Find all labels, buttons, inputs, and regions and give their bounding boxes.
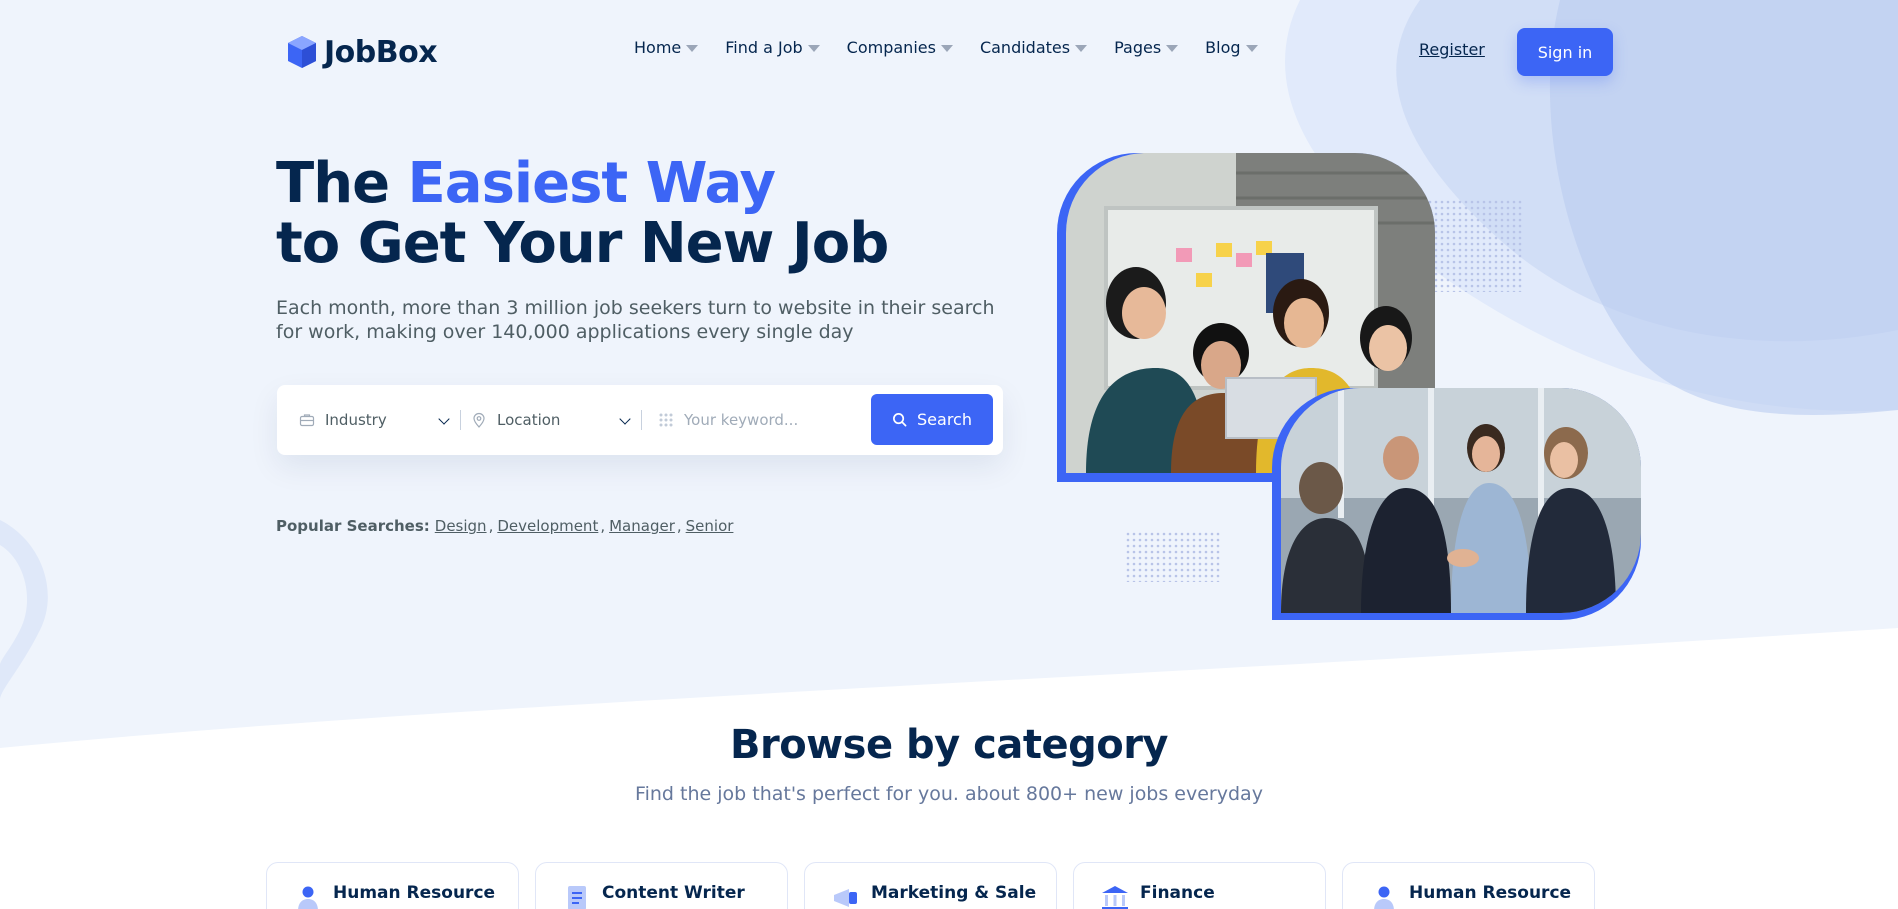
section-title: Browse by category bbox=[729, 722, 1169, 768]
bank-icon bbox=[1102, 886, 1128, 909]
category-card[interactable]: Finance bbox=[1073, 862, 1326, 909]
category-title: Marketing & Sale bbox=[871, 883, 1037, 903]
industry-select[interactable]: Industry bbox=[277, 385, 460, 455]
category-card[interactable]: Human Resource bbox=[266, 862, 519, 909]
hero-subtitle: Each month, more than 3 million job seek… bbox=[276, 297, 995, 343]
category-title: Finance bbox=[1140, 883, 1215, 903]
category-title: Content Writer bbox=[602, 883, 745, 903]
popular-term-link[interactable]: Development bbox=[497, 517, 598, 535]
caret-down-icon bbox=[1075, 45, 1088, 52]
hero-title-prefix: The bbox=[276, 151, 390, 216]
nav-label: Companies bbox=[846, 38, 936, 57]
nav-label: Find a Job bbox=[725, 38, 803, 57]
popular-term-link[interactable]: Manager bbox=[609, 517, 675, 535]
location-select[interactable]: Location bbox=[461, 385, 641, 455]
dot-pattern bbox=[1126, 532, 1222, 582]
hero-image-frame bbox=[1272, 388, 1641, 620]
chevron-down-icon bbox=[619, 413, 631, 425]
category-cards: Human Resource Content Writer Marketing … bbox=[266, 862, 1595, 909]
search-button[interactable]: Search bbox=[871, 394, 993, 445]
dot-pattern bbox=[1428, 200, 1524, 292]
logo-cube-icon bbox=[288, 36, 316, 68]
popular-term-link[interactable]: Senior bbox=[686, 517, 734, 535]
category-card[interactable]: Marketing & Sale bbox=[804, 862, 1057, 909]
grid-dots-icon bbox=[659, 413, 673, 427]
hero-title-line2: to Get Your New Job bbox=[276, 211, 889, 276]
keyword-input[interactable] bbox=[684, 411, 864, 429]
nav-candidates[interactable]: Candidates bbox=[979, 38, 1088, 57]
category-card[interactable]: Human Resource bbox=[1342, 862, 1595, 909]
business-handshake-image bbox=[1281, 388, 1641, 613]
logo[interactable]: JobBox bbox=[286, 34, 438, 70]
register-link[interactable]: Register bbox=[1419, 40, 1485, 59]
caret-down-icon bbox=[1166, 45, 1179, 52]
chevron-down-icon bbox=[438, 413, 450, 425]
separator: , bbox=[600, 517, 606, 535]
person-icon bbox=[1374, 886, 1394, 909]
separator: , bbox=[488, 517, 494, 535]
nav-find-a-job[interactable]: Find a Job bbox=[725, 38, 820, 57]
keyword-field bbox=[642, 385, 872, 455]
separator: , bbox=[676, 517, 682, 535]
nav-label: Candidates bbox=[979, 38, 1071, 57]
briefcase-icon bbox=[299, 414, 315, 427]
main-nav: Home Find a Job Companies Candidates Pag… bbox=[634, 38, 1285, 57]
caret-down-icon bbox=[686, 45, 699, 52]
caret-down-icon bbox=[1245, 45, 1258, 52]
hero-title-highlight: Easiest Way bbox=[407, 151, 776, 216]
nav-label: Blog bbox=[1205, 38, 1241, 57]
location-label: Location bbox=[497, 411, 561, 429]
search-icon bbox=[893, 413, 907, 427]
megaphone-icon bbox=[834, 889, 857, 907]
search-button-label: Search bbox=[917, 410, 972, 429]
nav-label: Pages bbox=[1114, 38, 1162, 57]
person-icon bbox=[298, 886, 318, 909]
category-title: Human Resource bbox=[333, 883, 496, 903]
caret-down-icon bbox=[940, 45, 953, 52]
industry-label: Industry bbox=[325, 411, 387, 429]
nav-pages[interactable]: Pages bbox=[1114, 38, 1179, 57]
nav-label: Home bbox=[634, 38, 682, 57]
job-search-box: Industry Location Search bbox=[277, 385, 1003, 455]
category-title: Human Resource bbox=[1409, 883, 1572, 903]
nav-home[interactable]: Home bbox=[634, 38, 699, 57]
document-icon bbox=[568, 886, 586, 909]
caret-down-icon bbox=[807, 45, 820, 52]
nav-blog[interactable]: Blog bbox=[1205, 38, 1258, 57]
map-pin-icon bbox=[473, 412, 485, 428]
section-subtitle: Find the job that's perfect for you. abo… bbox=[635, 783, 1263, 805]
popular-searches: Popular Searches: Design, Development, M… bbox=[276, 517, 733, 535]
sign-in-button[interactable]: Sign in bbox=[1517, 28, 1613, 76]
hero-title: The Easiest Way to Get Your New Job bbox=[276, 151, 889, 276]
popular-term-link[interactable]: Design bbox=[435, 517, 487, 535]
nav-companies[interactable]: Companies bbox=[847, 38, 953, 57]
logo-text: JobBox bbox=[324, 34, 438, 70]
category-card[interactable]: Content Writer bbox=[535, 862, 788, 909]
popular-searches-label: Popular Searches: bbox=[276, 517, 430, 535]
